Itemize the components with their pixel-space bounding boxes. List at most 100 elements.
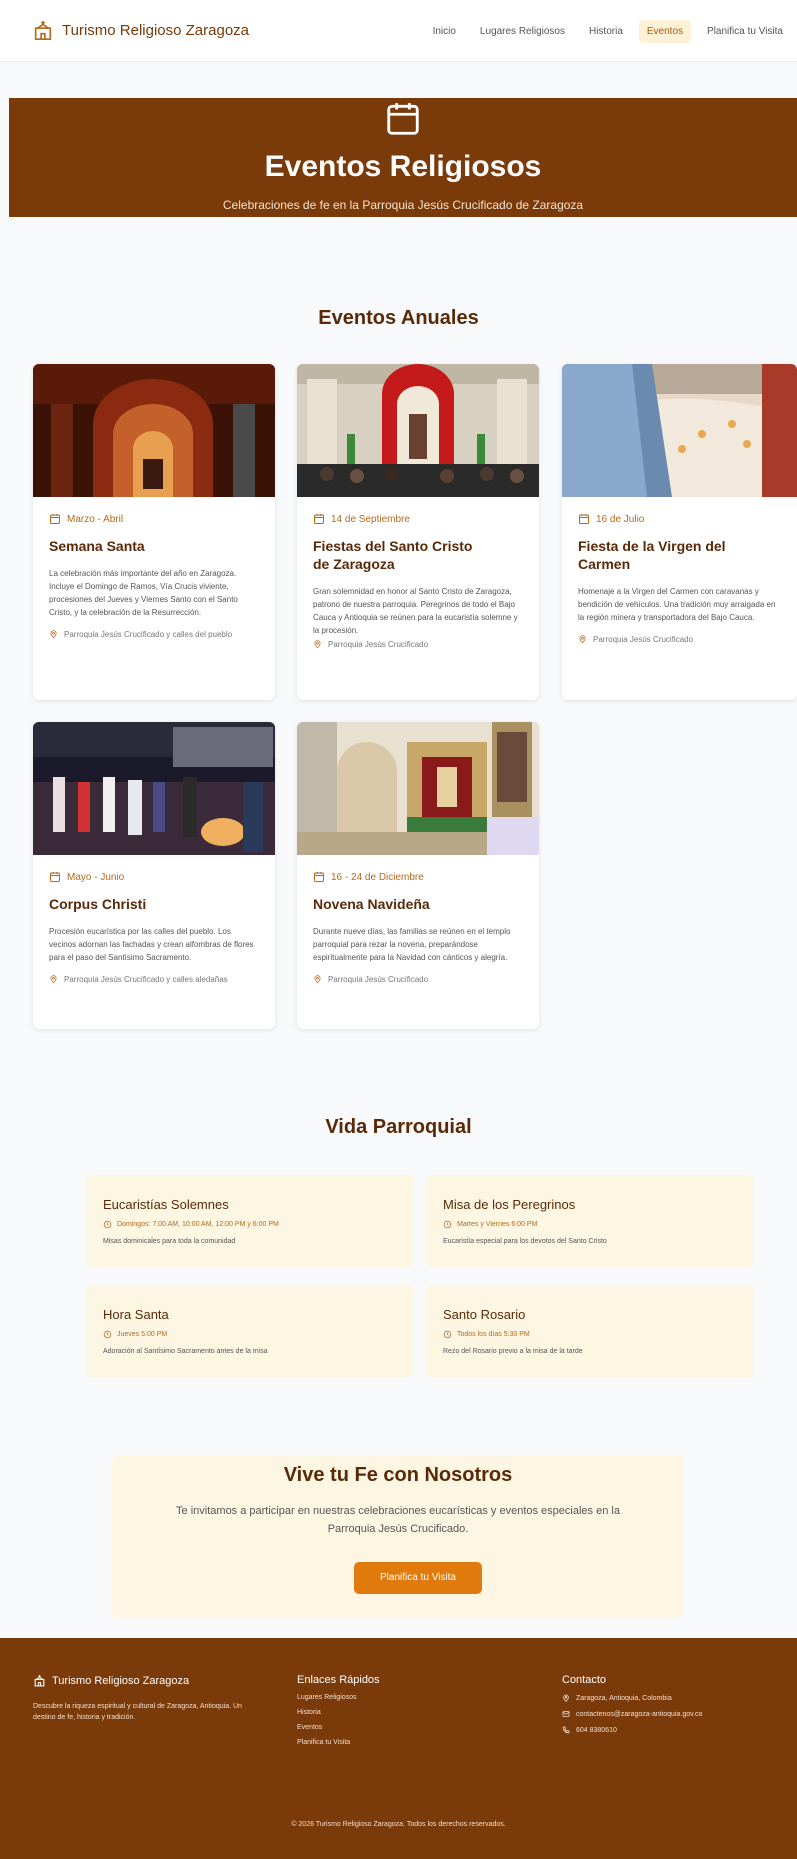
- footer-phone[interactable]: 604 8380610: [562, 1726, 702, 1734]
- footer-link-eventos[interactable]: Eventos: [297, 1724, 380, 1731]
- parish-item-time: Martes y Viernes 6:00 PM: [443, 1220, 737, 1229]
- nav-link-eventos[interactable]: Eventos: [638, 20, 692, 43]
- parish-item-time-text: Todos los días 5:30 PM: [457, 1331, 530, 1338]
- calendar-icon: [314, 514, 324, 524]
- event-location-text: Parroquia Jesús Crucificado: [328, 975, 429, 984]
- mail-icon: [562, 1711, 570, 1717]
- event-photo-novena: [297, 722, 539, 855]
- parish-item-time-text: Domingos: 7:00 AM, 10:00 AM, 12:00 PM y …: [117, 1221, 279, 1228]
- brand-link[interactable]: Turismo Religioso Zaragoza: [32, 19, 249, 41]
- footer-link-lugares[interactable]: Lugares Religiosos: [297, 1694, 380, 1701]
- parish-item-title: Santo Rosario: [443, 1307, 526, 1322]
- parish-item-hora-santa: Hora Santa Jueves 5:00 PM Adoración al S…: [86, 1285, 414, 1377]
- nav-link-historia[interactable]: Historia: [581, 20, 631, 43]
- footer-brand-text: Turismo Religioso Zaragoza: [52, 1674, 190, 1687]
- clock-icon: [103, 1330, 112, 1339]
- event-card-semana-santa[interactable]: Marzo - Abril Semana Santa La celebració…: [33, 364, 275, 700]
- nav-link-lugares[interactable]: Lugares Religiosos: [472, 20, 573, 43]
- map-pin-icon: [579, 635, 586, 644]
- event-description: La celebración más importante del año en…: [49, 569, 238, 617]
- event-description: Gran solemnidad en honor al Santo Cristo…: [313, 587, 518, 635]
- top-navbar: Turismo Religioso Zaragoza Inicio Lugare…: [0, 0, 797, 62]
- footer-link-historia[interactable]: Historia: [297, 1709, 380, 1716]
- event-title: Corpus Christi: [49, 896, 147, 912]
- page-title: Eventos Religiosos: [264, 150, 542, 183]
- event-photo-virgen-carmen: [562, 364, 797, 497]
- phone-icon: [562, 1726, 570, 1734]
- parish-life-heading: Vida Parroquial: [325, 1116, 472, 1138]
- footer-about-text: Descubre la riqueza espiritual y cultura…: [33, 1703, 242, 1721]
- calendar-icon: [387, 103, 419, 135]
- hero-banner: Eventos Religiosos Celebraciones de fe e…: [9, 98, 797, 217]
- hero-subtitle: Celebraciones de fe en la Parroquia Jesú…: [222, 198, 584, 212]
- event-card-corpus-christi[interactable]: Mayo - Junio Corpus Christi Procesión eu…: [33, 722, 275, 1029]
- event-location: Parroquia Jesús Crucificado y calles del…: [49, 629, 259, 641]
- parish-item-time: Todos los días 5:30 PM: [443, 1330, 737, 1339]
- parish-item-description: Eucaristía especial para los devotos del…: [443, 1238, 607, 1245]
- clock-icon: [103, 1220, 112, 1229]
- event-card-santo-cristo[interactable]: 14 de Septiembre Fiestas del Santo Crist…: [297, 364, 539, 700]
- event-date: 16 - 24 de Diciembre: [313, 871, 523, 883]
- event-location-text: Parroquia Jesús Crucificado y calles del…: [64, 630, 233, 639]
- event-location: Parroquia Jesús Crucificado y calles ale…: [49, 974, 259, 986]
- event-title: Novena Navideña: [313, 896, 430, 912]
- annual-events-heading: Eventos Anuales: [318, 307, 479, 329]
- event-date-text: Marzo - Abril: [67, 513, 124, 525]
- event-card-novena[interactable]: 16 - 24 de Diciembre Novena Navideña Dur…: [297, 722, 539, 1029]
- clock-icon: [443, 1220, 452, 1229]
- parish-item-description: Misas dominicales para toda la comunidad: [103, 1238, 236, 1245]
- footer-contact: Contacto Zaragoza, Antioquia, Colombia c…: [562, 1674, 702, 1734]
- event-photo-santo-cristo: [297, 364, 539, 497]
- footer-phone-text: 604 8380610: [576, 1726, 617, 1734]
- event-location: Parroquia Jesús Crucificado: [578, 634, 781, 646]
- clock-icon: [443, 1330, 452, 1339]
- footer-quick-links: Enlaces Rápidos Lugares Religiosos Histo…: [297, 1674, 380, 1746]
- parish-item-time: Domingos: 7:00 AM, 10:00 AM, 12:00 PM y …: [103, 1220, 397, 1229]
- map-pin-icon: [50, 630, 57, 639]
- parish-item-description: Rezo del Rosario previo a la misa de la …: [443, 1348, 583, 1355]
- nav-link-planifica[interactable]: Planifica tu Visita: [699, 20, 791, 43]
- footer-contact-heading: Contacto: [562, 1674, 607, 1686]
- event-card-virgen-carmen[interactable]: 16 de Julio Fiesta de la Virgen del Carm…: [562, 364, 797, 700]
- footer-link-planifica[interactable]: Planifica tu Visita: [297, 1739, 380, 1746]
- parish-item-title: Misa de los Peregrinos: [443, 1197, 576, 1212]
- parish-item-description: Adoración al Santísimo Sacramento antes …: [103, 1348, 268, 1355]
- event-date-text: 16 de Julio: [596, 513, 645, 525]
- event-date: Marzo - Abril: [49, 513, 259, 525]
- map-pin-icon: [314, 640, 321, 649]
- calendar-icon: [50, 514, 60, 524]
- footer-brand: Turismo Religioso Zaragoza: [33, 1674, 263, 1687]
- event-date: Mayo - Junio: [49, 871, 259, 883]
- event-date: 14 de Septiembre: [313, 513, 523, 525]
- event-title: Fiesta de la Virgen del Carmen: [578, 538, 726, 572]
- parish-item-title: Eucaristías Solemnes: [103, 1197, 229, 1212]
- event-title: Semana Santa: [49, 538, 145, 554]
- footer-about: Turismo Religioso Zaragoza Descubre la r…: [33, 1674, 263, 1723]
- event-location-text: Parroquia Jesús Crucificado y calles ale…: [64, 975, 228, 984]
- event-photo-corpus-christi: [33, 722, 275, 855]
- map-pin-icon: [314, 975, 321, 984]
- event-location: Parroquia Jesús Crucificado: [313, 639, 523, 651]
- cta-section: Vive tu Fe con Nosotros Te invitamos a p…: [112, 1456, 684, 1618]
- church-icon: [34, 20, 52, 40]
- parish-item-rosario: Santo Rosario Todos los días 5:30 PM Rez…: [426, 1285, 754, 1377]
- nav-link-inicio[interactable]: Inicio: [425, 20, 464, 43]
- calendar-icon: [314, 872, 324, 882]
- event-location: Parroquia Jesús Crucificado: [313, 974, 523, 986]
- event-description: Procesión eucarística por las calles del…: [49, 927, 254, 962]
- parish-item-time-text: Martes y Viernes 6:00 PM: [457, 1221, 538, 1228]
- event-photo-semana-santa: [33, 364, 275, 497]
- plan-visit-button[interactable]: Planifica tu Visita: [354, 1562, 482, 1594]
- parish-item-peregrinos: Misa de los Peregrinos Martes y Viernes …: [426, 1175, 754, 1267]
- footer-email-text: contactenos@zaragoza-antioquia.gov.co: [576, 1710, 703, 1718]
- calendar-icon: [50, 872, 60, 882]
- footer-email[interactable]: contactenos@zaragoza-antioquia.gov.co: [562, 1710, 702, 1718]
- event-location-text: Parroquia Jesús Crucificado: [593, 635, 694, 644]
- event-date-text: 14 de Septiembre: [331, 513, 410, 525]
- footer-location-text: Zaragoza, Antioquia, Colombia: [576, 1694, 672, 1702]
- parish-item-eucaristias: Eucaristías Solemnes Domingos: 7:00 AM, …: [86, 1175, 414, 1267]
- parish-item-time: Jueves 5:00 PM: [103, 1330, 397, 1339]
- event-date: 16 de Julio: [578, 513, 781, 525]
- event-description: Durante nueve días, las familias se reún…: [313, 927, 511, 962]
- footer-links-heading: Enlaces Rápidos: [297, 1674, 380, 1686]
